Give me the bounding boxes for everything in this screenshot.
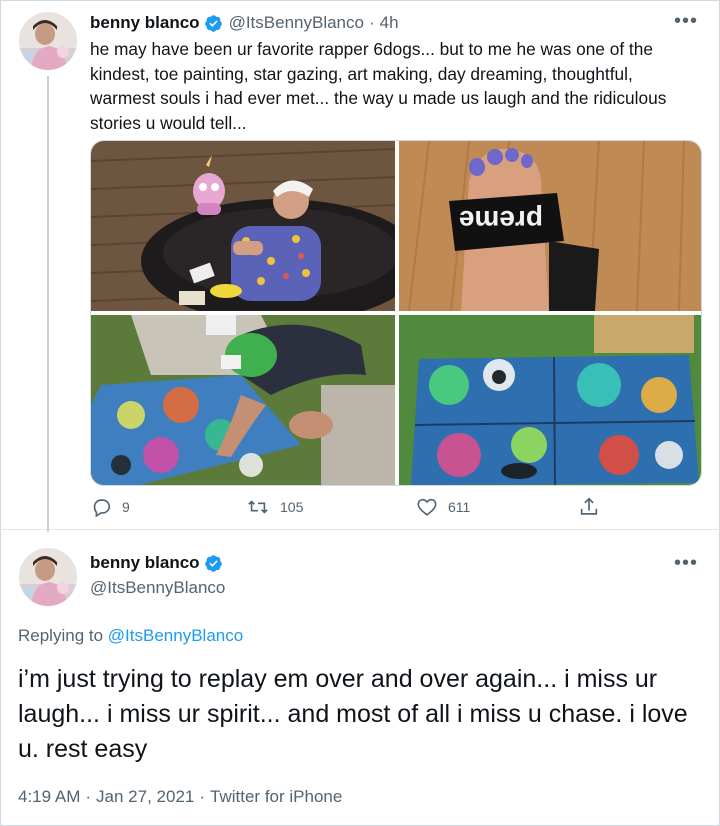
author-handle[interactable]: @ItsBennyBlanco [229,13,364,33]
more-horizontal-icon[interactable]: ••• [674,552,698,575]
share-button[interactable] [578,496,610,518]
slide-text: preme [459,205,543,236]
avatar-image [19,548,77,606]
heart-icon [417,498,437,516]
photo-canvases[interactable] [399,315,701,485]
photo-foot-slide[interactable]: preme [399,141,701,311]
replying-prefix: Replying to [18,626,104,645]
media-grid[interactable]: preme [90,140,702,486]
separator: · [85,787,92,806]
tweet-header: benny blanco @ItsBennyBlanco · 4h [90,12,399,34]
retweet-button[interactable]: 105 [246,496,303,518]
verified-badge-icon [204,14,223,33]
avatar-image [19,12,77,70]
retweet-icon [248,500,268,514]
reply-count: 9 [122,499,130,515]
photo-beanbag[interactable] [91,141,395,311]
like-button[interactable]: 611 [416,496,470,518]
tweet-text: he may have been ur favorite rapper 6dog… [90,39,667,133]
reply-text: i’m just trying to replay em over and ov… [18,665,688,763]
retweet-count: 105 [280,499,304,515]
reply-date[interactable]: Jan 27, 2021 [96,787,194,806]
share-icon [580,497,598,515]
reply-avatar[interactable] [19,548,77,606]
like-count: 611 [448,499,471,515]
reply-button[interactable]: 9 [90,496,130,518]
replying-mention-link[interactable]: @ItsBennyBlanco [108,626,243,645]
replying-to: Replying to @ItsBennyBlanco [18,626,243,646]
reply-author: benny blanco [90,553,229,573]
reply-time[interactable]: 4:19 AM [18,787,80,806]
reply-metadata: 4:19 AM · Jan 27, 2021 · Twitter for iPhone [18,787,342,807]
more-horizontal-icon[interactable]: ••• [674,10,698,33]
original-tweet[interactable]: benny blanco @ItsBennyBlanco · 4h ••• he… [0,0,720,532]
avatar[interactable] [19,12,77,70]
separator: · [368,13,375,32]
reply-author-name[interactable]: benny blanco [90,553,200,573]
tweet-actions: 9 105 611 [90,496,610,526]
author-name[interactable]: benny blanco [90,13,200,33]
timestamp[interactable]: 4h [380,13,399,33]
reply-client[interactable]: Twitter for iPhone [210,787,342,806]
photo-painting-grass[interactable] [91,315,395,485]
verified-badge-icon [204,554,223,573]
thread-line [47,76,49,532]
reply-icon [93,499,111,518]
reply-author-handle[interactable]: @ItsBennyBlanco [90,578,225,598]
separator: · [199,787,206,806]
